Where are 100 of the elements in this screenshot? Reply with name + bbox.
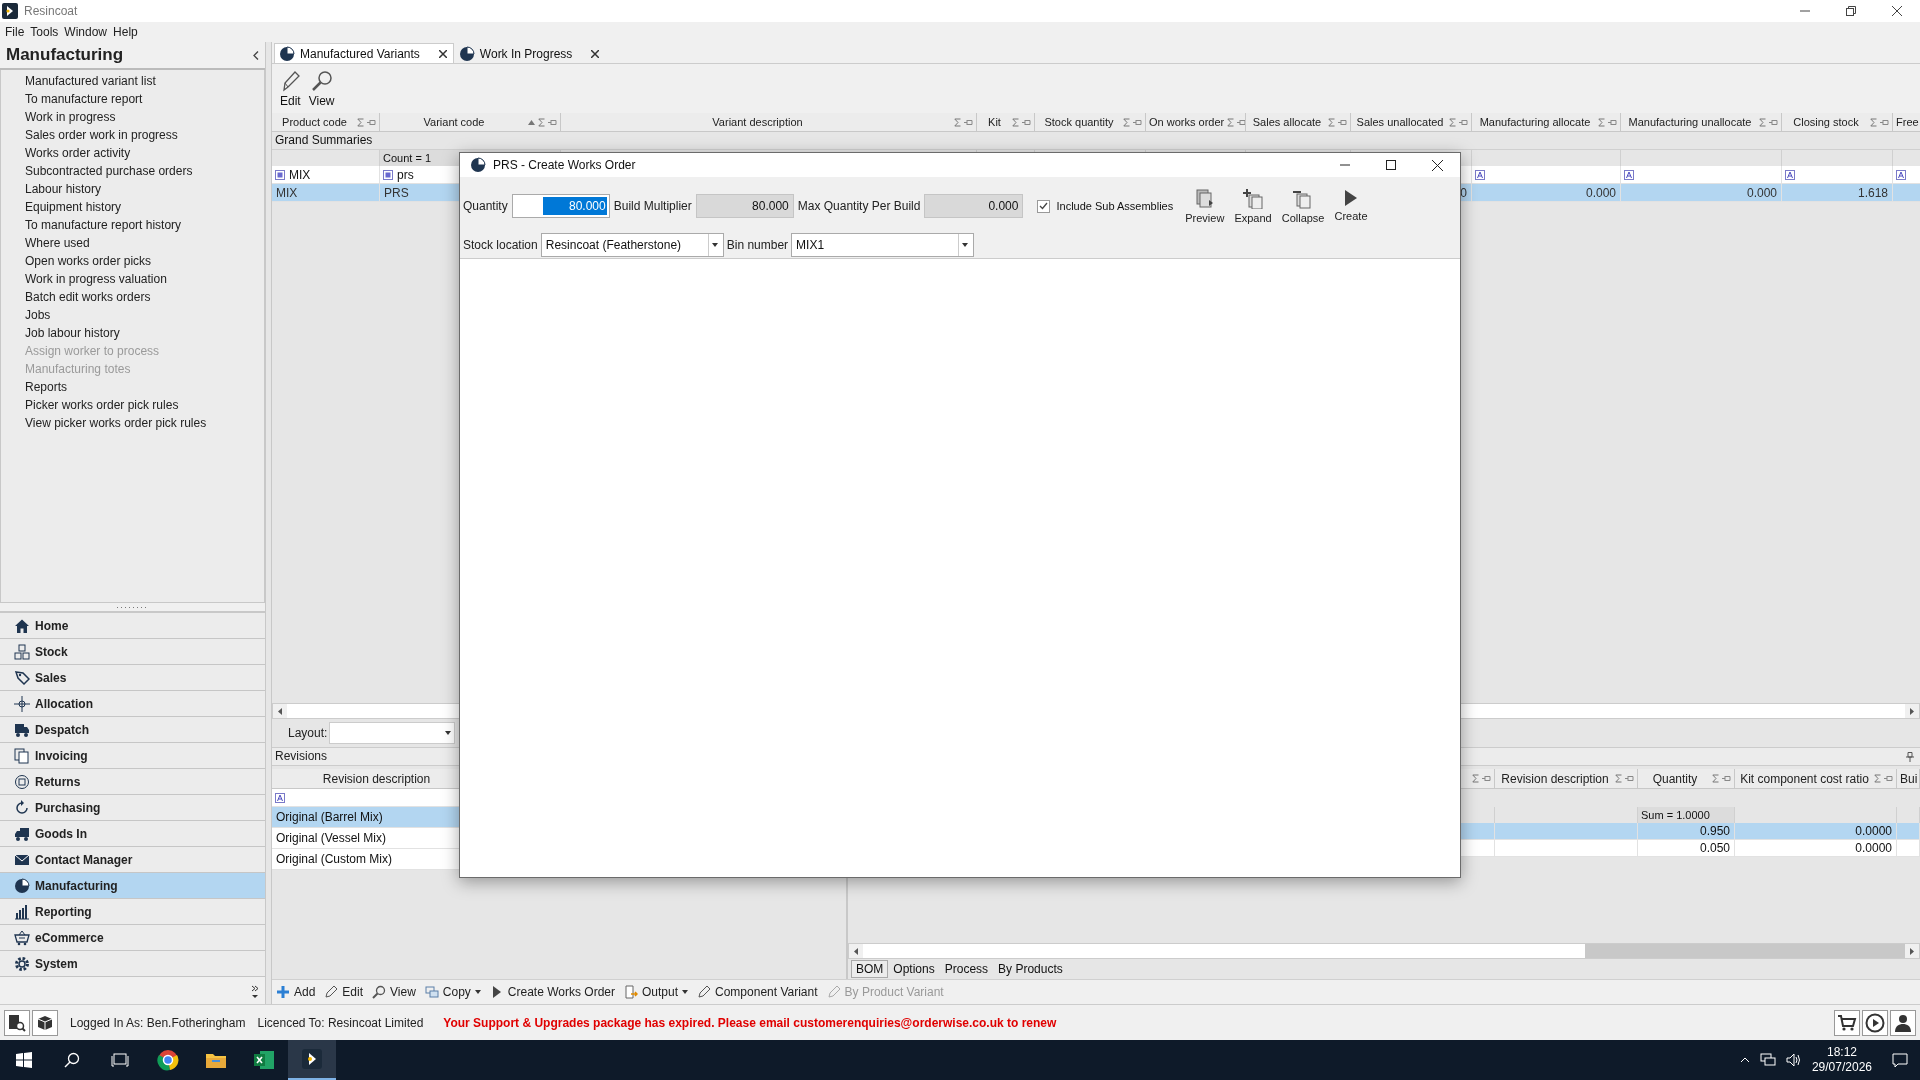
notification-icon[interactable]	[1892, 1052, 1908, 1068]
magnifier-icon[interactable]	[372, 985, 387, 999]
sidebar-link[interactable]: Work in progress valuation	[1, 270, 167, 288]
column-header[interactable]: Revision description	[1495, 769, 1638, 789]
build-multiplier-field[interactable]: 80.000	[695, 194, 794, 218]
close-icon[interactable]	[1892, 6, 1902, 16]
panel-tab[interactable]: By Products	[993, 960, 1068, 978]
action-button[interactable]: Output	[624, 985, 689, 999]
column-header[interactable]: Variant description	[561, 113, 977, 132]
sum-icon[interactable]	[1328, 117, 1335, 127]
task-view-icon[interactable]	[111, 1052, 129, 1068]
sidebar-link[interactable]: Jobs	[1, 306, 51, 324]
pin-icon[interactable]	[1884, 775, 1893, 782]
toolbar-button[interactable]: Edit	[278, 69, 303, 108]
nav-button[interactable]: Allocation	[0, 691, 265, 717]
restore-icon[interactable]	[1846, 6, 1856, 16]
sidebar-link[interactable]: Job labour history	[1, 324, 120, 342]
sidebar-link[interactable]: View picker works order pick rules	[1, 414, 207, 432]
column-header[interactable]: Sales allocate	[1246, 113, 1351, 132]
nav-button[interactable]: Home	[0, 613, 265, 639]
horizontal-scrollbar[interactable]	[848, 943, 1920, 959]
column-header[interactable]: Manufacturing unallocate	[1621, 113, 1782, 132]
filter-text-icon[interactable]	[1785, 169, 1795, 180]
maximize-icon[interactable]	[1386, 160, 1396, 170]
caret-icon[interactable]	[445, 731, 452, 735]
copy-icon[interactable]	[424, 985, 439, 999]
action-button[interactable]: Component Variant	[697, 985, 818, 999]
scroll-right-icon[interactable]	[1910, 947, 1914, 955]
nav-button[interactable]: Purchasing	[0, 795, 265, 821]
sum-icon[interactable]	[538, 117, 545, 127]
sum-icon[interactable]	[1449, 117, 1456, 127]
search-icon[interactable]	[64, 1052, 80, 1068]
pin-icon[interactable]	[964, 118, 973, 126]
column-header[interactable]: Product code	[272, 113, 380, 132]
pin-icon[interactable]	[1625, 775, 1634, 782]
sum-icon[interactable]	[1598, 117, 1605, 127]
pencil-icon[interactable]	[324, 985, 339, 999]
filter-text-icon[interactable]	[1475, 169, 1485, 180]
column-header[interactable]: Free	[1893, 113, 1920, 132]
sidebar-link[interactable]: Labour history	[1, 180, 102, 198]
sum-icon[interactable]	[1227, 117, 1235, 127]
browser-icon[interactable]	[157, 1049, 179, 1071]
column-header[interactable]: Quantity	[1638, 769, 1735, 789]
dialog-toolbar-button[interactable]: Preview	[1183, 186, 1227, 226]
dialog-toolbar-button[interactable]: Create	[1332, 186, 1370, 226]
quantity-field[interactable]: 80.000	[511, 194, 610, 218]
column-header[interactable]: Closing stock	[1782, 113, 1893, 132]
scroll-right-icon[interactable]	[1910, 707, 1914, 715]
sidebar-link[interactable]: Sales order work in progress	[1, 126, 178, 144]
network-icon[interactable]	[1759, 1053, 1776, 1067]
column-header[interactable]: Variant code	[380, 113, 561, 132]
sidebar-link[interactable]: Where used	[1, 234, 90, 252]
column-header[interactable]: On works order	[1146, 113, 1246, 132]
pin-icon[interactable]	[1722, 775, 1731, 782]
stock-location-dropdown[interactable]: Resincoat (Featherstone)	[540, 233, 724, 257]
pin-icon[interactable]	[1608, 118, 1617, 126]
windows-logo-icon[interactable]	[16, 1052, 32, 1068]
caret-icon[interactable]	[711, 243, 718, 247]
document-tab[interactable]: Manufactured Variants	[274, 43, 454, 63]
collapse-icon[interactable]	[1293, 188, 1314, 209]
action-button[interactable]: Copy	[424, 985, 481, 999]
menu-item[interactable]: Tools	[29, 25, 60, 39]
panel-tab[interactable]: Options	[888, 960, 940, 978]
dialog-toolbar-button[interactable]: Collapse	[1279, 186, 1327, 226]
filter-list-icon[interactable]	[383, 169, 393, 180]
bin-number-dropdown[interactable]: MIX1	[791, 233, 975, 257]
sort-ascending-icon[interactable]	[528, 119, 535, 125]
chevron-up-icon[interactable]	[1739, 1057, 1750, 1063]
pin-icon[interactable]	[1022, 118, 1031, 126]
pin-icon[interactable]	[1237, 118, 1245, 126]
panel-tab[interactable]: Process	[939, 960, 994, 978]
sidebar-link[interactable]: Picker works order pick rules	[1, 396, 179, 414]
nav-button[interactable]: Sales	[0, 665, 265, 691]
folder-icon[interactable]	[205, 1051, 227, 1069]
filter-text-icon[interactable]	[1624, 169, 1634, 180]
action-button[interactable]: Edit	[324, 985, 364, 999]
sidebar-link[interactable]: Manufactured variant list	[1, 72, 156, 90]
sum-icon[interactable]	[1874, 774, 1881, 783]
spreadsheet-icon[interactable]	[253, 1050, 275, 1070]
nav-button[interactable]: Goods In	[0, 821, 265, 847]
action-button[interactable]: Create Works Order	[489, 985, 615, 999]
filter-text-icon[interactable]	[275, 792, 285, 803]
document-tab[interactable]: Work In Progress	[453, 43, 607, 63]
close-icon[interactable]	[591, 49, 600, 58]
filter-text-icon[interactable]	[1896, 169, 1906, 180]
sum-icon[interactable]	[1759, 117, 1766, 127]
close-icon[interactable]	[1431, 159, 1443, 171]
nav-button[interactable]: eCommerce	[0, 925, 265, 951]
pin-icon[interactable]	[1906, 751, 1914, 762]
scroll-left-icon[interactable]	[854, 947, 858, 955]
column-header[interactable]: Stock quantity	[1035, 113, 1146, 132]
sum-icon[interactable]	[1712, 774, 1719, 783]
sidebar-link[interactable]: Equipment history	[1, 198, 122, 216]
document-arrow-icon[interactable]	[624, 985, 638, 999]
play-icon[interactable]	[1344, 188, 1358, 207]
sidebar-link[interactable]: Open works order picks	[1, 252, 152, 270]
expand-icon[interactable]	[1243, 188, 1264, 209]
action-button[interactable]: View	[372, 985, 416, 999]
max-quantity-field[interactable]: 0.000	[924, 194, 1024, 218]
sidebar-link[interactable]: To manufacture report history	[1, 216, 182, 234]
